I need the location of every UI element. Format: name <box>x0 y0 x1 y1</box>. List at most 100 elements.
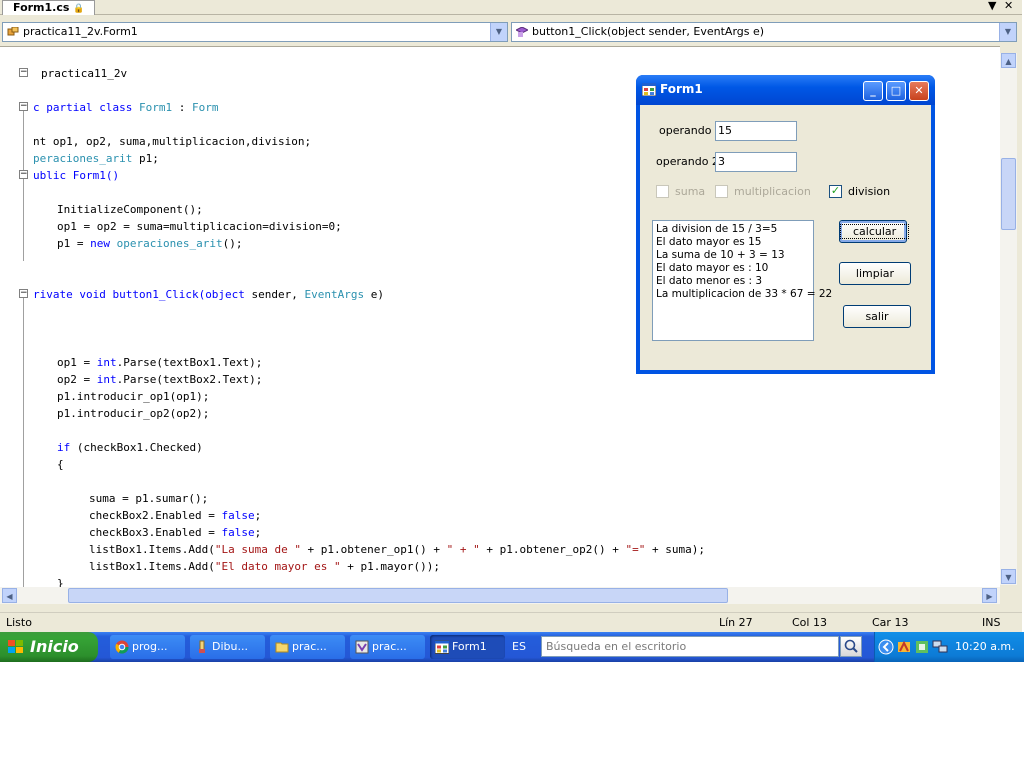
calcular-button-label: calcular <box>840 224 910 239</box>
taskbar-item-chrome[interactable]: prog... <box>110 635 185 659</box>
code-line: nt op1, op2, suma,multiplicacion,divisio… <box>33 135 312 148</box>
form-icon <box>642 83 656 96</box>
status-mode: INS <box>982 616 1001 629</box>
fold-line <box>23 111 24 171</box>
form1-titlebar[interactable]: Form1 _ □ ✕ <box>636 75 935 105</box>
member-combo-value: button1_Click(object sender, EventArgs e… <box>532 25 765 38</box>
operando2-input[interactable]: 3 <box>715 152 797 172</box>
taskbar-item-paint[interactable]: Dibu... <box>190 635 265 659</box>
list-item[interactable]: La suma de 10 + 3 = 13 <box>656 249 810 262</box>
code-line: if (checkBox1.Checked) <box>57 441 203 454</box>
collapse-icon[interactable]: − <box>19 68 28 77</box>
checkbox-multiplicacion-label: multiplicacion <box>734 185 811 198</box>
code-line: InitializeComponent(); <box>57 203 203 216</box>
salir-button[interactable]: salir <box>843 305 911 328</box>
list-item[interactable]: La multiplicacion de 33 * 67 = 22 <box>656 288 832 301</box>
minimize-icon[interactable]: _ <box>863 81 883 101</box>
calcular-button[interactable]: calcular <box>839 220 910 243</box>
form1-title: Form1 <box>660 82 703 96</box>
close-icon[interactable]: ✕ <box>1004 0 1013 12</box>
limpiar-button[interactable]: limpiar <box>839 262 911 285</box>
class-combo-value: practica11_2v.Form1 <box>23 25 138 38</box>
class-icon <box>7 27 19 36</box>
editor-margin <box>0 47 18 588</box>
tray-app-icon[interactable] <box>915 640 929 654</box>
chrome-icon <box>115 640 129 654</box>
scroll-left-icon[interactable]: ◀ <box>2 588 17 603</box>
code-line: checkBox3.Enabled = false; <box>89 526 262 539</box>
taskbar-item-visual-studio[interactable]: prac... <box>350 635 425 659</box>
tab-form1-cs[interactable]: Form1.cs 🔒 <box>2 0 96 15</box>
checkbox-box <box>656 185 669 198</box>
operando2-label: operando 2 <box>656 155 719 168</box>
tab-label: Form1.cs <box>13 1 70 14</box>
operando1-label: operando 1 <box>659 124 722 137</box>
vertical-scrollbar[interactable]: ▲ ▼ <box>1000 53 1017 585</box>
collapse-icon[interactable]: − <box>19 102 28 111</box>
system-tray: 10:20 a.m. <box>874 632 1024 662</box>
language-indicator[interactable]: ES <box>512 632 526 662</box>
code-line: suma = p1.sumar(); <box>89 492 209 505</box>
code-line: listBox1.Items.Add("El dato mayor es " +… <box>89 560 441 573</box>
collapse-icon[interactable]: − <box>19 289 28 298</box>
code-line: p1 = new operaciones_arit(); <box>57 237 243 250</box>
scroll-right-icon[interactable]: ▶ <box>982 588 997 603</box>
horizontal-scroll-thumb[interactable] <box>68 588 728 603</box>
taskbar-item-label: prac... <box>292 640 327 653</box>
taskbar-item-form1[interactable]: Form1 <box>430 635 505 659</box>
list-item[interactable]: El dato mayor es : 10 <box>656 262 810 275</box>
checkmark-icon: ✓ <box>829 184 842 198</box>
taskbar-item-folder[interactable]: prac... <box>270 635 345 659</box>
status-bar: Listo Lín 27 Col 13 Car 13 INS <box>0 612 1022 633</box>
chevron-down-icon[interactable]: ▼ <box>490 23 507 41</box>
scroll-up-icon[interactable]: ▲ <box>1001 53 1016 68</box>
windows-taskbar: Inicio prog... Dibu... prac... prac... F… <box>0 632 1024 662</box>
member-combo[interactable]: button1_Click(object sender, EventArgs e… <box>511 22 1017 42</box>
status-line: Lín 27 <box>719 616 753 629</box>
operando1-input[interactable]: 15 <box>715 121 797 141</box>
fold-line <box>23 179 24 261</box>
tray-expand-icon[interactable] <box>878 639 894 655</box>
visual-studio-icon <box>355 640 369 654</box>
collapse-icon[interactable]: − <box>19 170 28 179</box>
vertical-scroll-thumb[interactable] <box>1001 158 1016 230</box>
list-item[interactable]: La division de 15 / 3=5 <box>656 223 810 236</box>
chevron-down-icon[interactable]: ▼ <box>999 23 1016 41</box>
taskbar-item-label: Form1 <box>452 640 487 653</box>
limpiar-button-label: limpiar <box>855 267 895 280</box>
form1-client-area: operando 1 15 operando 2 3 suma multipli… <box>640 105 931 370</box>
maximize-icon[interactable]: □ <box>886 81 906 101</box>
scroll-down-icon[interactable]: ▼ <box>1001 569 1016 584</box>
taskbar-item-label: Dibu... <box>212 640 248 653</box>
clock[interactable]: 10:20 a.m. <box>955 632 1015 662</box>
form1-window: Form1 _ □ ✕ operando 1 15 operando 2 3 s… <box>636 75 935 374</box>
tray-app-icon[interactable] <box>897 640 911 654</box>
windows-logo-icon <box>8 640 23 653</box>
status-char: Car 13 <box>872 616 909 629</box>
list-item[interactable]: El dato menor es : 3 <box>656 275 810 288</box>
results-listbox[interactable]: La division de 15 / 3=5 El dato mayor es… <box>652 220 832 341</box>
search-icon <box>844 639 858 653</box>
checkbox-division-label: division <box>848 185 891 198</box>
network-icon[interactable] <box>932 640 948 654</box>
checkbox-suma-label: suma <box>675 185 706 198</box>
code-line: practica11_2v <box>41 67 128 80</box>
search-button[interactable] <box>840 636 862 657</box>
start-button[interactable]: Inicio <box>0 632 98 662</box>
code-line: rivate void button1_Click(object sender,… <box>33 288 385 301</box>
list-item[interactable]: El dato mayor es 15 <box>656 236 810 249</box>
tab-dropdown-icon[interactable]: ▼ <box>988 0 996 12</box>
document-tab-bar: Form1.cs 🔒 ▼ ✕ <box>0 0 1022 15</box>
code-line: c partial class Form1 : Form <box>33 101 219 114</box>
code-line: op2 = int.Parse(textBox2.Text); <box>57 373 263 386</box>
close-icon[interactable]: ✕ <box>909 81 929 101</box>
method-icon <box>516 27 528 37</box>
code-line: p1.introducir_op1(op1); <box>57 390 210 403</box>
horizontal-scrollbar[interactable]: ◀ ▶ <box>0 587 1000 604</box>
class-combo[interactable]: practica11_2v.Form1 ▼ <box>2 22 508 42</box>
folder-icon <box>275 642 289 653</box>
code-line: checkBox2.Enabled = false; <box>89 509 262 522</box>
start-label: Inicio <box>30 637 79 656</box>
desktop-search-input[interactable]: Búsqueda en el escritorio <box>541 636 839 657</box>
paint-icon <box>199 640 205 653</box>
